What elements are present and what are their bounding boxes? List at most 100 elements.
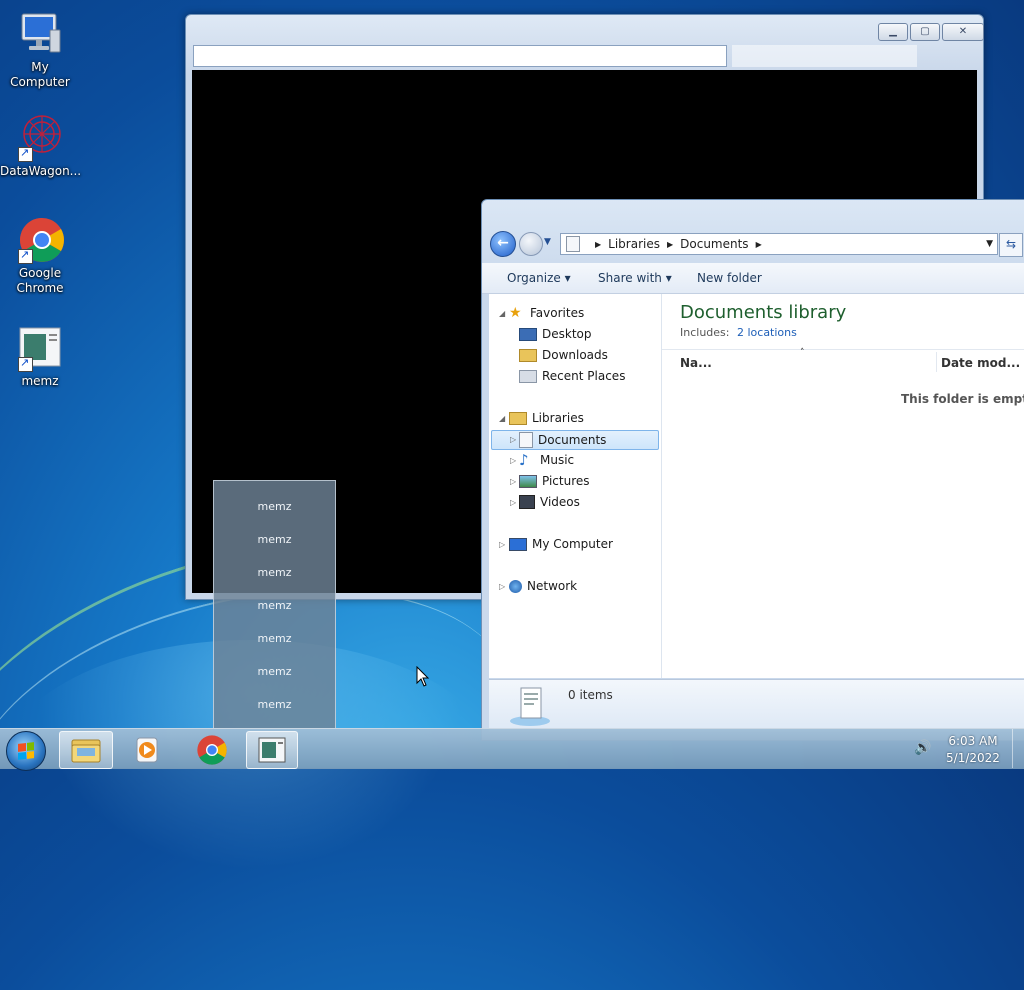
- jump-list-item[interactable]: memz: [214, 500, 335, 513]
- mouse-cursor-icon: [416, 666, 430, 687]
- expand-arrow-icon[interactable]: ▷: [510, 477, 516, 486]
- new-folder-button[interactable]: New folder: [697, 271, 762, 285]
- chrome-icon: [16, 216, 64, 264]
- library-includes: Includes: 2 locations: [680, 326, 797, 339]
- forward-button[interactable]: [519, 232, 543, 256]
- breadcrumb-separator-icon[interactable]: ▶: [756, 240, 762, 249]
- pictures-icon: [519, 474, 537, 488]
- videos-icon: [519, 495, 535, 509]
- jump-list-item[interactable]: memz: [214, 599, 335, 612]
- nav-documents[interactable]: Documents: [519, 432, 606, 448]
- taskbar-media-player-button[interactable]: [121, 731, 173, 767]
- details-pane: 0 items: [489, 679, 1024, 732]
- desktop-icon-memz[interactable]: memz: [0, 324, 80, 389]
- nav-libraries[interactable]: Libraries: [509, 411, 584, 425]
- nav-pictures[interactable]: Pictures: [519, 474, 590, 488]
- folder-icon: [71, 739, 101, 763]
- desktop-icon-google-chrome[interactable]: Google Chrome: [0, 216, 80, 296]
- jump-list-item[interactable]: memz: [214, 698, 335, 711]
- item-count: 0 items: [568, 688, 613, 702]
- library-icon: [566, 236, 580, 252]
- clock-date: 5/1/2022: [946, 751, 1000, 765]
- library-title: Documents library: [680, 302, 847, 323]
- documents-library-icon: [510, 687, 550, 726]
- nav-network[interactable]: Network: [509, 579, 577, 593]
- libraries-icon: [509, 411, 527, 425]
- back-button[interactable]: ←: [490, 231, 516, 257]
- datawagon-icon: [16, 114, 64, 162]
- address-dropdown-icon[interactable]: ▼: [986, 239, 993, 249]
- organize-button[interactable]: Organize ▾: [507, 271, 571, 285]
- taskbar-memz-button[interactable]: [246, 731, 298, 769]
- locations-link[interactable]: 2 locations: [737, 326, 797, 339]
- nav-my-computer[interactable]: My Computer: [509, 537, 613, 551]
- chrome-icon: [197, 735, 227, 765]
- desktop-icon-my-computer[interactable]: My Computer: [0, 10, 80, 90]
- taskbar-explorer-button[interactable]: [59, 731, 113, 769]
- search-field[interactable]: [732, 45, 917, 67]
- refresh-button[interactable]: ⇆: [999, 233, 1023, 257]
- computer-icon: [509, 537, 527, 551]
- network-icon: [509, 579, 522, 593]
- windows-logo-icon: [18, 742, 34, 760]
- command-bar: Organize ▾ Share with ▾ New folder: [482, 263, 1024, 294]
- volume-icon[interactable]: 🔊: [914, 740, 931, 756]
- memz-icon: [16, 324, 64, 372]
- breadcrumb-documents[interactable]: Documents: [680, 237, 748, 251]
- navigation-pane: ◢ ★ Favorites Desktop Downloads Recent P…: [489, 294, 662, 678]
- column-headers: Na... ˄ Date mod...: [662, 348, 1024, 376]
- minimize-button[interactable]: ▁: [878, 23, 908, 41]
- column-divider[interactable]: [936, 352, 937, 372]
- empty-folder-message: This folder is empty: [901, 392, 1024, 406]
- memz-jump-list: memz memz memz memz memz memz memz: [213, 480, 336, 729]
- breadcrumb-separator-icon[interactable]: ▶: [667, 240, 673, 249]
- nav-recent-places[interactable]: Recent Places: [519, 369, 625, 383]
- downloads-folder-icon: [519, 348, 537, 362]
- star-icon: ★: [509, 305, 522, 321]
- computer-icon: [16, 10, 64, 58]
- expand-arrow-icon[interactable]: ▷: [499, 540, 505, 549]
- window-caption-buttons: ▁ ▢ ✕: [878, 23, 984, 41]
- nav-videos[interactable]: Videos: [519, 495, 580, 509]
- shortcut-arrow-icon: [18, 145, 33, 162]
- column-date-modified[interactable]: Date mod...: [941, 356, 1020, 370]
- shortcut-arrow-icon: [18, 247, 33, 264]
- show-desktop-button[interactable]: [1012, 729, 1024, 768]
- shortcut-arrow-icon: [18, 355, 33, 372]
- memz-icon: [258, 737, 286, 763]
- nav-downloads[interactable]: Downloads: [519, 348, 608, 362]
- explorer-window[interactable]: ← ▼ ▶ Libraries ▶ Documents ▶ ▼ ⇆ Organi…: [481, 199, 1024, 741]
- expand-arrow-icon[interactable]: ▷: [510, 498, 516, 507]
- nav-favorites[interactable]: ★ Favorites: [509, 306, 584, 320]
- music-icon: ♪: [519, 451, 529, 469]
- expand-arrow-icon[interactable]: ▷: [499, 582, 505, 591]
- recent-pages-dropdown[interactable]: ▼: [544, 237, 551, 247]
- breadcrumb-separator-icon[interactable]: ▶: [595, 240, 601, 249]
- taskbar-chrome-button[interactable]: [186, 731, 238, 767]
- start-button[interactable]: [6, 731, 46, 771]
- address-field[interactable]: [193, 45, 727, 67]
- expand-arrow-icon[interactable]: ▷: [510, 435, 516, 444]
- jump-list-item[interactable]: memz: [214, 566, 335, 579]
- recent-places-icon: [519, 369, 537, 383]
- content-pane: Documents library Includes: 2 locations …: [662, 294, 1024, 678]
- jump-list-item[interactable]: memz: [214, 632, 335, 645]
- desktop-icon-datawagon[interactable]: DataWagon...: [0, 114, 81, 179]
- collapse-arrow-icon[interactable]: ◢: [499, 414, 505, 423]
- expand-arrow-icon[interactable]: ▷: [510, 456, 516, 465]
- share-with-button[interactable]: Share with ▾: [598, 271, 672, 285]
- nav-desktop[interactable]: Desktop: [519, 327, 592, 341]
- taskbar-clock[interactable]: 6:03 AM 5/1/2022: [940, 733, 1006, 767]
- collapse-arrow-icon[interactable]: ◢: [499, 309, 505, 318]
- maximize-button[interactable]: ▢: [910, 23, 940, 41]
- taskbar: [0, 728, 1024, 771]
- sort-arrow-icon: ˄: [800, 348, 805, 358]
- column-name[interactable]: Na...: [680, 356, 712, 370]
- nav-music[interactable]: ♪ Music: [519, 451, 574, 469]
- jump-list-item[interactable]: memz: [214, 665, 335, 678]
- breadcrumb[interactable]: ▶ Libraries ▶ Documents ▶ ▼: [560, 233, 998, 255]
- desktop-folder-icon: [519, 327, 537, 341]
- close-button[interactable]: ✕: [942, 23, 984, 41]
- jump-list-item[interactable]: memz: [214, 533, 335, 546]
- breadcrumb-libraries[interactable]: Libraries: [608, 237, 660, 251]
